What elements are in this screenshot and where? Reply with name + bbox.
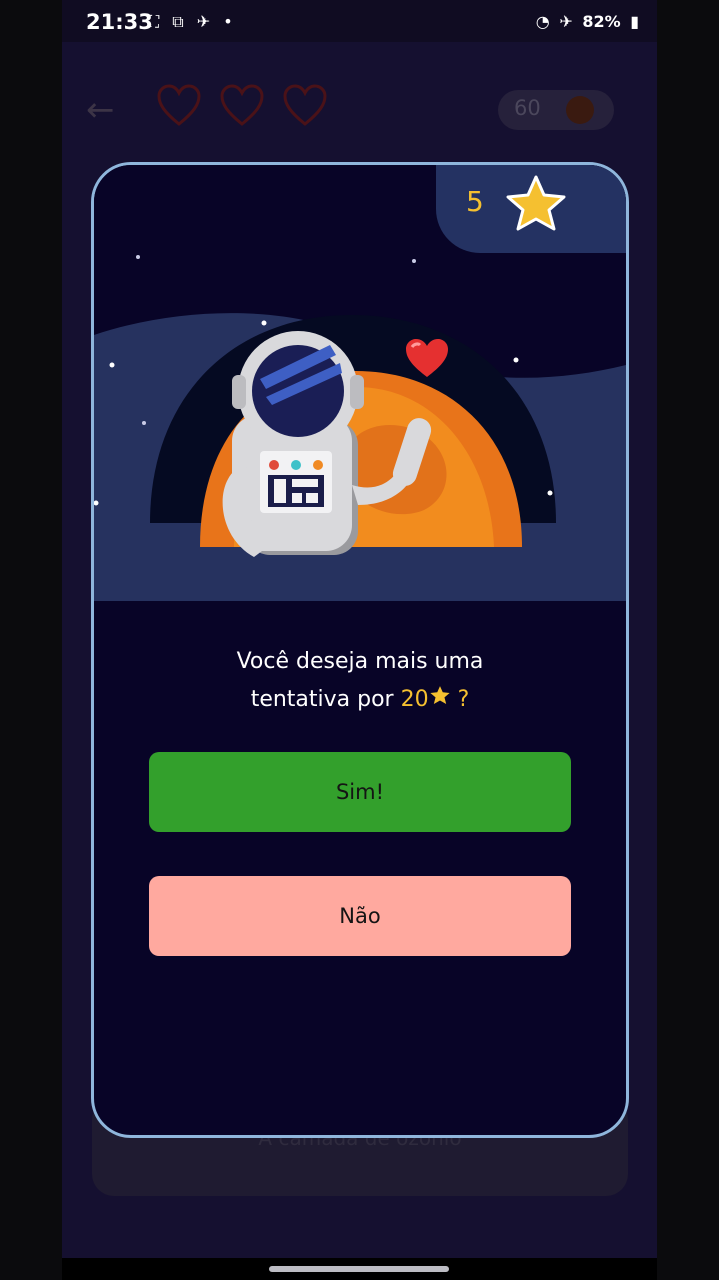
star-icon [506,175,566,231]
no-button[interactable]: Não [149,876,571,956]
lives-hearts [156,84,340,132]
clock-icon [566,96,594,124]
back-arrow-icon[interactable]: ← [86,90,115,130]
extra-attempt-dialog: 5 Você deseja mais uma tentativa por 20 … [91,162,629,1138]
wifi-icon: ◔ [535,12,550,31]
question-mark: ? [457,687,470,712]
heart-outline-icon [220,84,264,126]
airplane-icon: ✈ [559,12,573,31]
status-notification-icons: ⛶ ⧉ ✈ • [148,12,237,31]
battery-icon: ▮ [630,12,639,31]
heart-outline-icon [157,84,201,126]
status-right-icons: ◔ ✈ 82% ▮ [532,12,639,31]
status-time: 21:33 [86,10,153,34]
yes-button[interactable]: Sim! [149,752,571,832]
price-value: 20 [400,687,429,712]
phone-screen: 21:33 ⛶ ⧉ ✈ • ◔ ✈ 82% ▮ ← 60 A camada de… [62,0,657,1280]
heart-outline-icon [283,84,327,126]
question-line-1: Você deseja mais uma [236,649,484,674]
timer-badge: 60 [498,90,614,130]
stars-balance-badge: 5 [436,165,626,253]
home-indicator[interactable] [269,1266,449,1272]
timer-value: 60 [514,96,541,120]
price-star-icon [429,686,451,712]
dialog-question: Você deseja mais uma tentativa por 20 ? [94,643,626,719]
status-bar: 21:33 ⛶ ⧉ ✈ • ◔ ✈ 82% ▮ [62,0,657,42]
question-prefix: tentativa por [250,687,394,712]
question-line-2: tentativa por 20 ? [94,681,626,719]
battery-percent: 82% [582,12,621,31]
stars-count: 5 [466,185,484,218]
